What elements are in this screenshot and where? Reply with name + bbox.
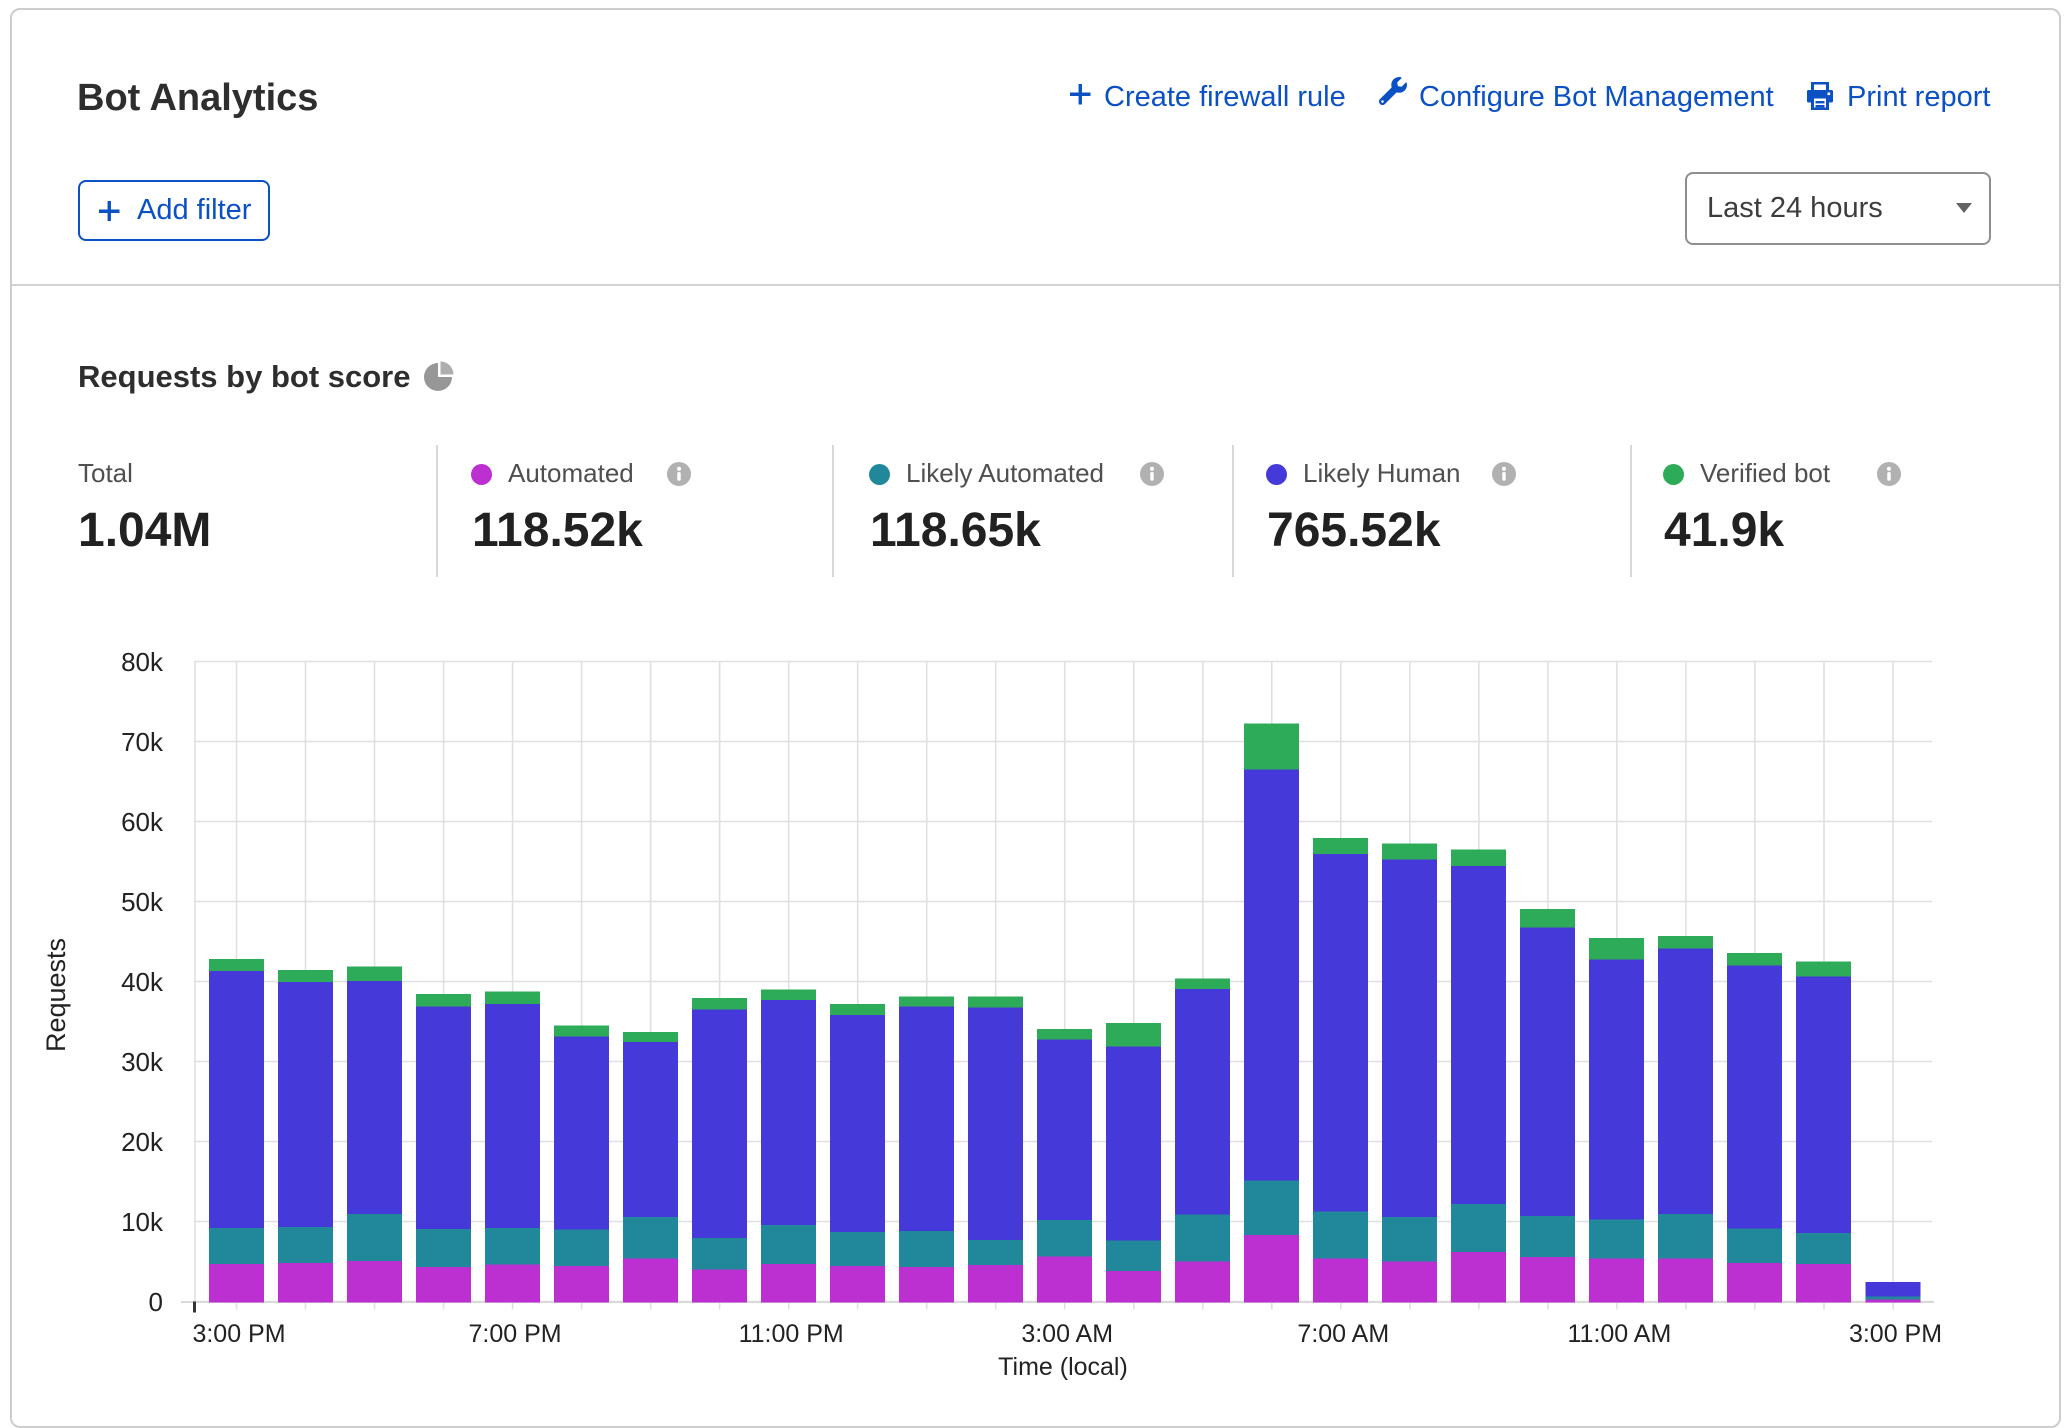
svg-text:20k: 20k [121,1127,164,1157]
svg-text:80k: 80k [121,647,164,677]
svg-text:60k: 60k [121,807,164,837]
svg-text:11:00 PM: 11:00 PM [739,1320,844,1348]
svg-text:10k: 10k [121,1207,164,1237]
svg-text:70k: 70k [121,727,164,757]
svg-text:7:00 PM: 7:00 PM [469,1320,562,1348]
svg-text:Time (local): Time (local) [998,1353,1128,1381]
svg-text:30k: 30k [121,1047,164,1077]
svg-text:40k: 40k [121,967,164,997]
svg-text:Requests: Requests [41,938,71,1052]
svg-text:7:00 AM: 7:00 AM [1297,1320,1389,1348]
svg-text:0: 0 [149,1287,163,1317]
svg-text:11:00 AM: 11:00 AM [1568,1320,1672,1348]
svg-text:50k: 50k [121,887,164,917]
svg-text:3:00 AM: 3:00 AM [1021,1320,1113,1348]
svg-text:3:00 PM: 3:00 PM [1849,1320,1942,1348]
svg-text:3:00 PM: 3:00 PM [192,1320,285,1348]
